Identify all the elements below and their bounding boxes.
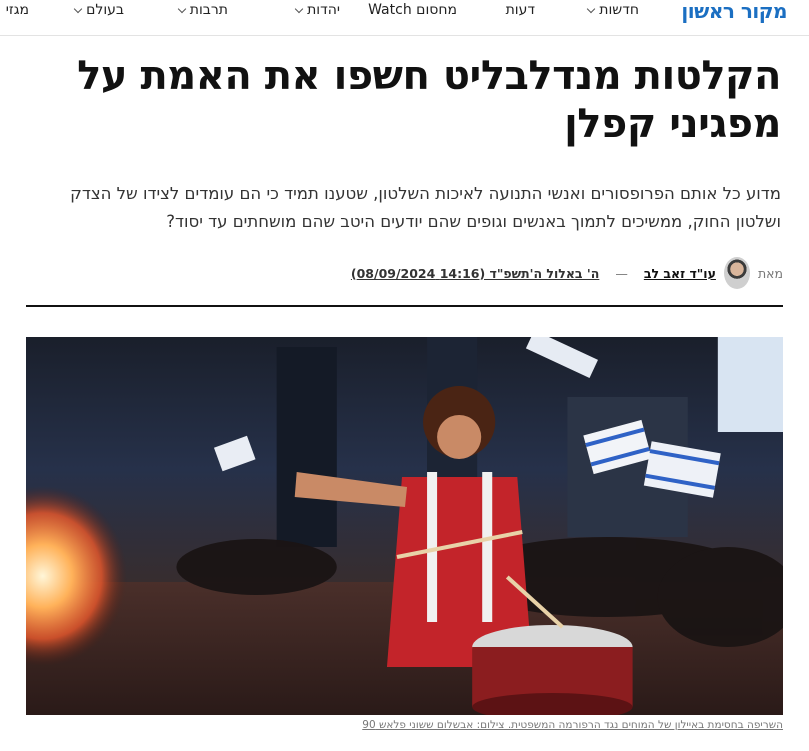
nav-item-judaism[interactable]: יהדות — [294, 2, 340, 18]
byline-by-label: מאת — [757, 265, 783, 281]
nav-item-world[interactable]: בעולם — [73, 2, 124, 18]
nav-item-news[interactable]: חדשות — [587, 2, 639, 18]
site-logo[interactable]: מקור ראשון — [681, 0, 787, 26]
byline-separator: — — [615, 265, 628, 281]
top-nav: מקור ראשון חדשות דעות מחסום Watch יהדות … — [0, 0, 809, 36]
author-link[interactable]: עו"ד זאב לב — [644, 266, 716, 281]
nav-item-label: יהדות — [307, 2, 340, 18]
byline: מאת עו"ד זאב לב — ה' באלול ה'תשפ"ד (14:1… — [23, 256, 783, 290]
chevron-down-icon — [177, 4, 187, 13]
article-date[interactable]: ה' באלול ה'תשפ"ד (14:16 08/09/2024) — [351, 266, 599, 281]
divider — [26, 305, 783, 307]
nav-item-opinions[interactable]: דעות — [506, 2, 535, 18]
image-caption: השריפה בחסימת באיילון של המוחים נגד הרפו… — [362, 719, 783, 731]
nav-item-machsom-watch[interactable]: מחסום Watch — [368, 2, 457, 18]
nav-item-culture[interactable]: תרבות — [177, 2, 228, 18]
nav-item-label: דעות — [505, 2, 535, 18]
avatar[interactable] — [723, 257, 750, 289]
nav-item-label: מחסום Watch — [368, 2, 457, 18]
article-headline: הקלטות מנדלבליט חשפו את האמת על מפגיני ק… — [77, 53, 781, 147]
nav-item-magazine[interactable]: מגזי — [6, 2, 29, 18]
hero-image[interactable] — [26, 337, 783, 715]
nav-item-label: חדשות — [599, 2, 639, 18]
nav-item-label: תרבות — [189, 2, 228, 18]
nav-item-label: מגזי — [5, 2, 29, 18]
article-subtitle: מדוע כל אותם הפרופסורים ואנשי התנועה לאי… — [70, 184, 781, 231]
hero-photo-illustration — [26, 337, 783, 715]
chevron-down-icon — [294, 4, 304, 13]
chevron-down-icon — [587, 4, 596, 13]
nav-item-label: בעולם — [86, 2, 124, 18]
chevron-down-icon — [73, 4, 83, 13]
